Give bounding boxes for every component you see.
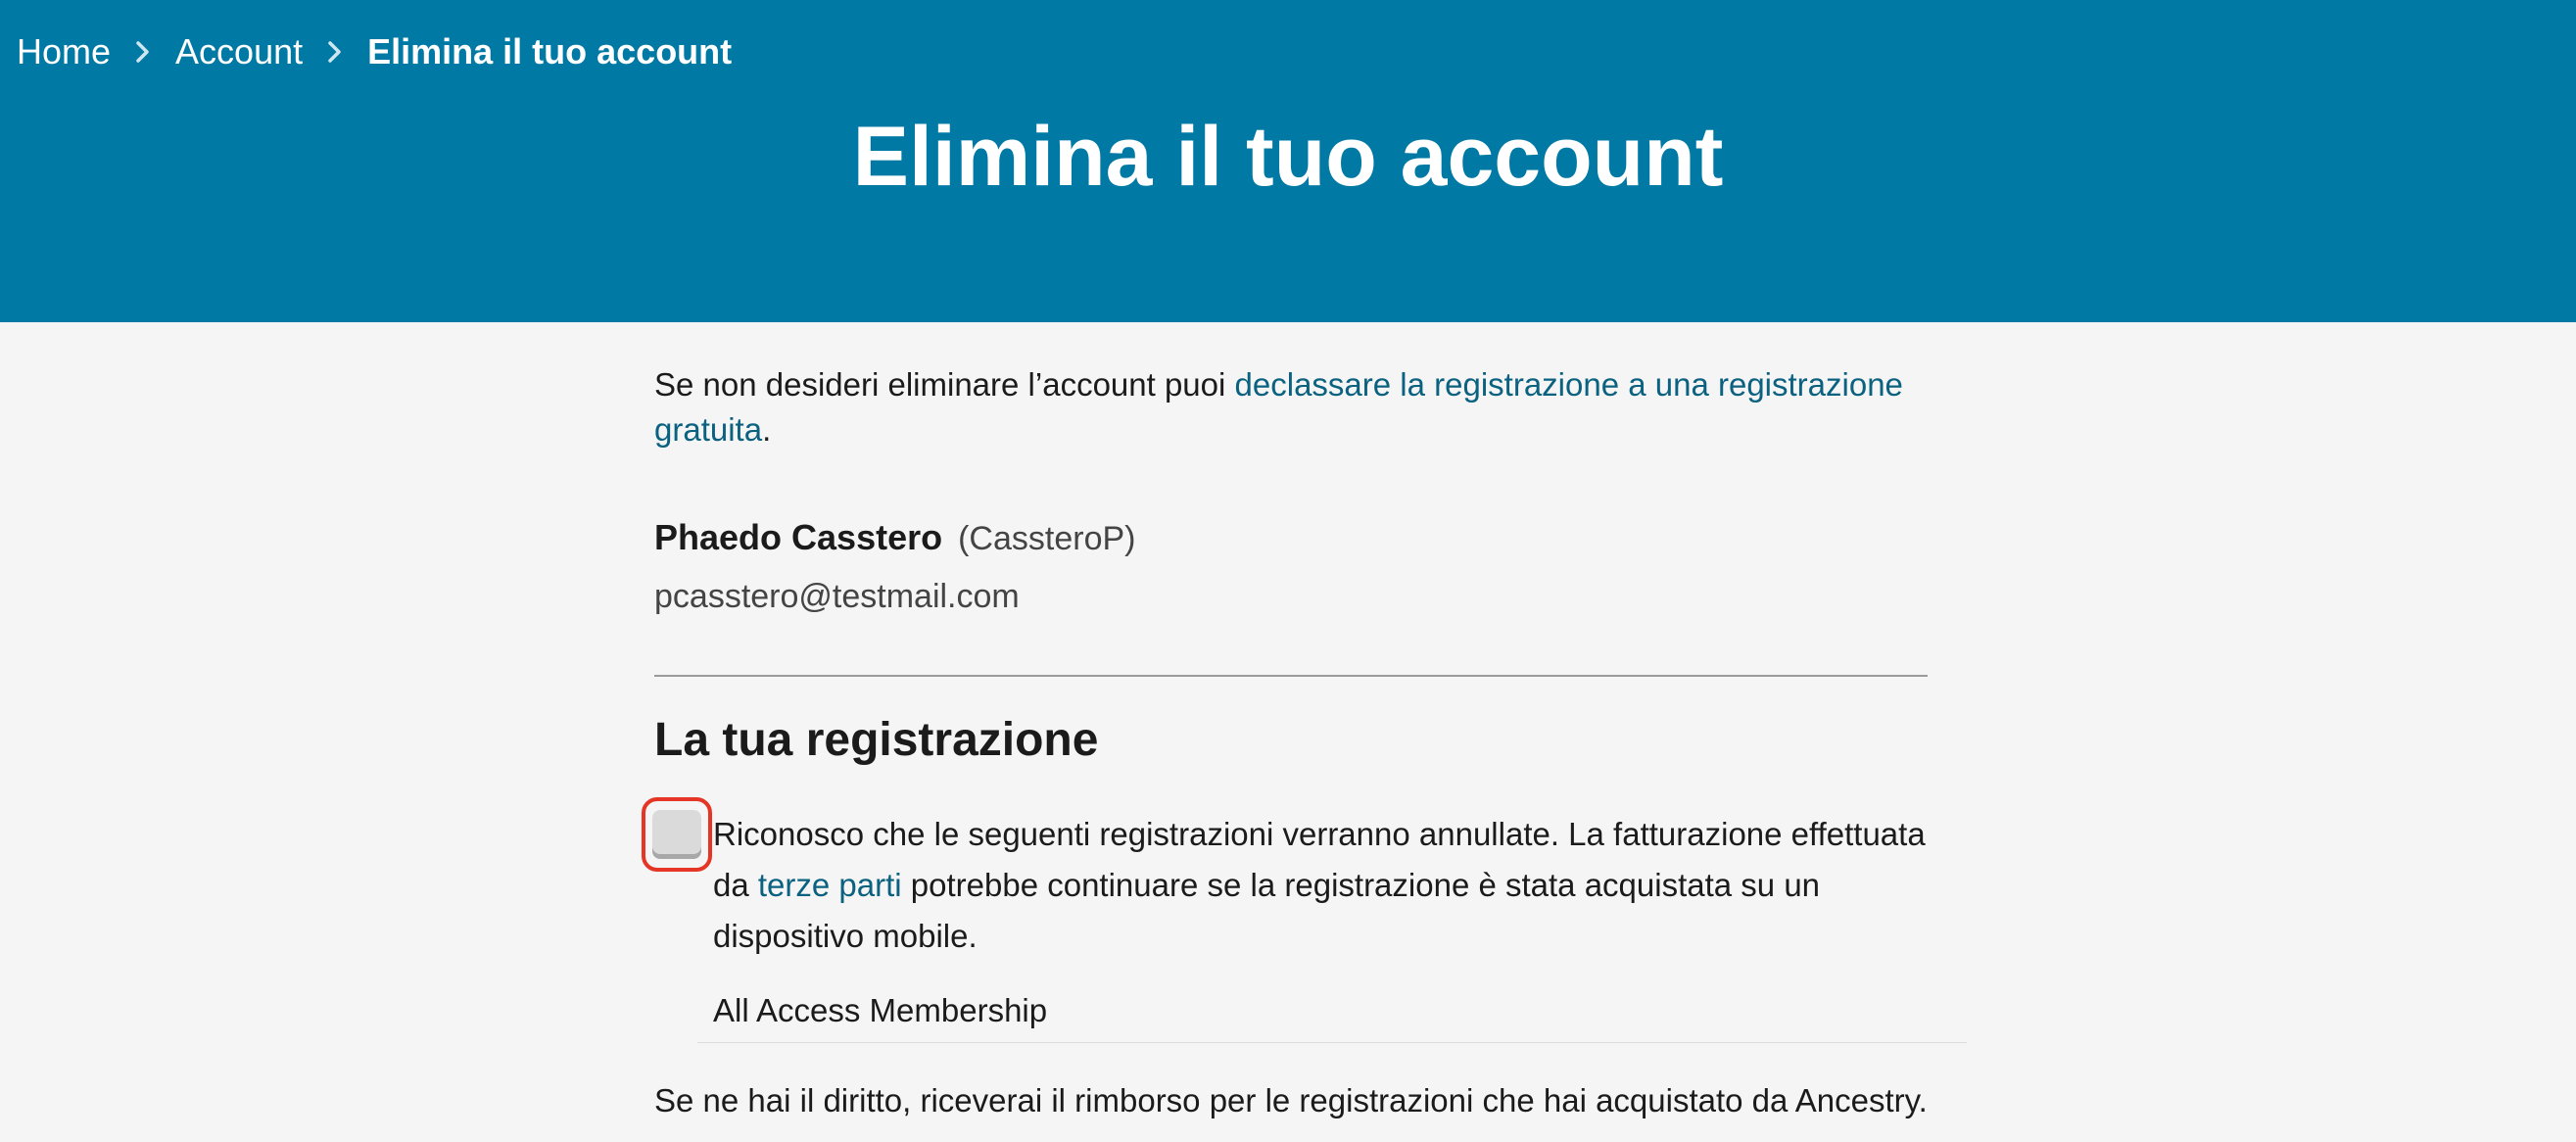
page-title: Elimina il tuo account [852, 110, 1724, 204]
third-parties-link[interactable]: terze parti [758, 867, 902, 903]
membership-divider [697, 1042, 1967, 1043]
user-email: pcasstero@testmail.com [654, 578, 1020, 615]
breadcrumb: Home Account Elimina il tuo account [17, 27, 732, 76]
intro-text: Se non desideri eliminare l’account puoi [654, 366, 1235, 403]
acknowledge-label: Riconosco che le seguenti registrazioni … [713, 809, 1947, 962]
membership-item: All Access Membership [713, 992, 1048, 1028]
breadcrumb-current: Elimina il tuo account [367, 31, 733, 71]
checkbox-box [652, 810, 701, 859]
chevron-right-icon [303, 32, 367, 71]
user-info: Phaedo Casstero (CassteroP) [654, 517, 1135, 566]
intro-paragraph: Se non desideri eliminare l’account puoi… [654, 362, 1928, 452]
chevron-right-icon [111, 32, 175, 71]
page-header: Home Account Elimina il tuo account Elim… [0, 0, 2576, 322]
breadcrumb-home-link[interactable]: Home [17, 31, 111, 72]
user-handle: (CassteroP) [958, 520, 1136, 557]
acknowledge-checkbox[interactable] [642, 797, 712, 872]
user-name: Phaedo Casstero [654, 517, 943, 557]
refund-text: Se ne hai il diritto, riceverai il rimbo… [654, 1082, 1928, 1118]
breadcrumb-account-link[interactable]: Account [175, 31, 303, 72]
intro-period: . [762, 411, 772, 448]
main-content: Se non desideri eliminare l’account puoi… [654, 362, 1928, 766]
divider [654, 675, 1928, 677]
section-title: La tua registrazione [654, 714, 1099, 766]
